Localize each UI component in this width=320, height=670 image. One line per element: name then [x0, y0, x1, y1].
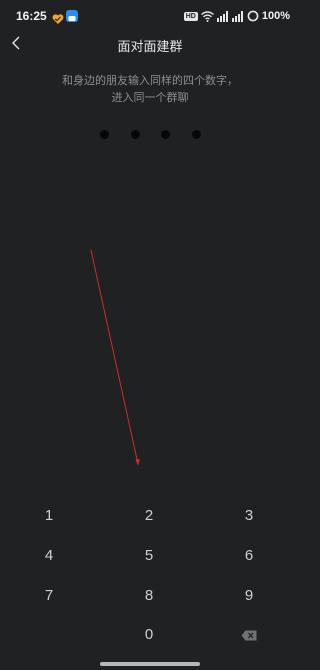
battery-icon [247, 7, 259, 26]
header: 面对面建群 [0, 32, 300, 58]
message-app-icon [66, 10, 78, 22]
hd-badge: HD [183, 11, 198, 21]
code-input-dots [0, 128, 300, 142]
battery-percent: 100% [261, 10, 290, 22]
key-4[interactable]: 4 [19, 540, 79, 572]
status-time: 16:25 [16, 9, 47, 23]
backspace-icon [241, 626, 257, 645]
delete-button[interactable] [219, 619, 279, 651]
status-indicators: HD 100% [183, 7, 290, 26]
heart-app-icon [52, 10, 64, 24]
key-0[interactable]: 0 [119, 619, 179, 651]
key-1[interactable]: 1 [19, 500, 79, 532]
key-9[interactable]: 9 [219, 580, 279, 612]
status-bar: 16:25 HD 100% [0, 0, 300, 32]
key-5[interactable]: 5 [119, 540, 179, 572]
instruction-line-2: 进入同一个群聊 [111, 91, 189, 104]
key-6[interactable]: 6 [219, 540, 279, 572]
page-title: 面对面建群 [117, 40, 183, 55]
key-2[interactable]: 2 [119, 500, 179, 532]
keypad: 1 2 3 4 5 6 7 8 9 0 [0, 500, 300, 660]
code-dot [131, 130, 140, 139]
code-dot [161, 130, 170, 139]
key-8[interactable]: 8 [119, 580, 179, 612]
key-7[interactable]: 7 [19, 580, 79, 612]
signal-icon-2 [231, 7, 244, 26]
code-dot [192, 130, 201, 139]
home-indicator[interactable] [100, 662, 200, 666]
instruction-text: 和身边的朋友输入同样的四个数字， 进入同一个群聊 [30, 72, 270, 106]
instruction-line-1: 和身边的朋友输入同样的四个数字， [62, 74, 238, 87]
key-3[interactable]: 3 [219, 500, 279, 532]
code-dot [100, 130, 109, 139]
signal-icon [216, 7, 229, 26]
wifi-icon [200, 7, 214, 26]
